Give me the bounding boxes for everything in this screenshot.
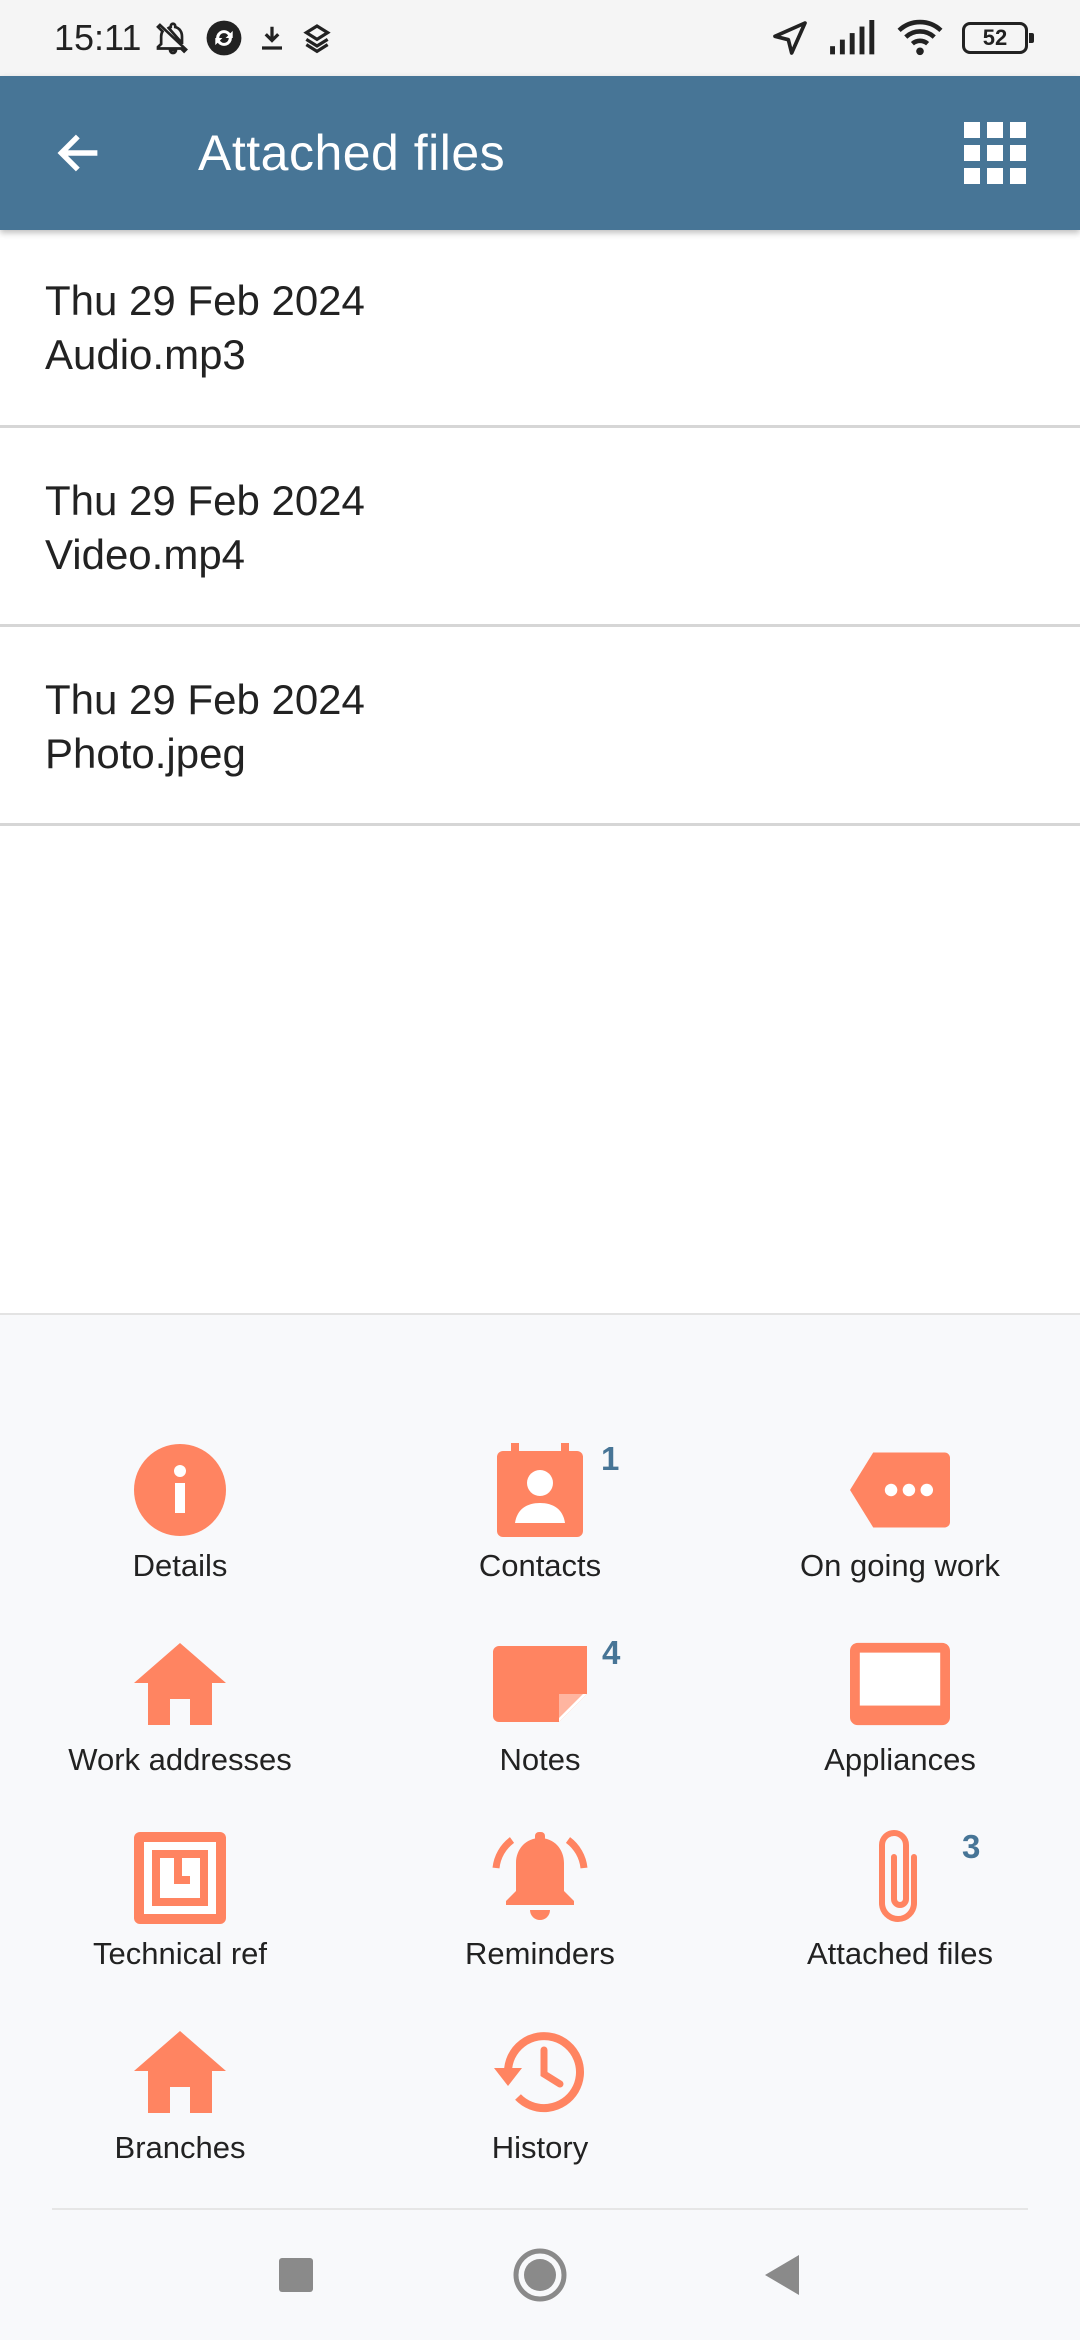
menu-item-work-addresses[interactable]: Work addresses (0, 1634, 360, 1828)
file-date: Thu 29 Feb 2024 (45, 277, 365, 324)
menu-item-label: Notes (499, 1742, 581, 1777)
bell-ringing-icon (490, 1828, 590, 1928)
technical-ref-icon (130, 1828, 230, 1928)
file-item[interactable]: Thu 29 Feb 2024 Photo.jpeg (0, 627, 1080, 826)
menu-item-attached-files[interactable]: 3 Attached files (720, 1828, 1080, 2022)
tag-icon (850, 1440, 950, 1540)
app-bar: Attached files (0, 76, 1080, 230)
dropbox-icon (301, 22, 333, 54)
menu-item-label: Attached files (806, 1936, 994, 1971)
menu-item-label: Appliances (824, 1742, 976, 1777)
home-icon (130, 2022, 230, 2122)
menu-item-history[interactable]: History (360, 2022, 720, 2216)
menu-item-label: On going work (800, 1548, 1000, 1583)
sync-icon (205, 19, 243, 57)
menu-item-label: Details (132, 1548, 228, 1583)
grid-icon (964, 122, 1026, 184)
file-date: Thu 29 Feb 2024 (45, 477, 365, 524)
back-triangle-icon (765, 2255, 799, 2295)
signal-icon (828, 20, 878, 56)
menu-item-label: Reminders (465, 1936, 615, 1971)
recents-square-icon (279, 2258, 313, 2292)
home-circle-icon (513, 2248, 567, 2302)
arrow-back-icon (57, 134, 98, 172)
menu-item-branches[interactable]: Branches (0, 2022, 360, 2216)
menu-item-details[interactable]: Details (0, 1440, 360, 1634)
wifi-icon (896, 19, 944, 57)
menu-item-contacts[interactable]: 1 Contacts (360, 1440, 720, 1634)
menu-item-notes[interactable]: 4 Notes (360, 1634, 720, 1828)
home-button[interactable] (500, 2235, 580, 2315)
status-bar: 15:11 52 (0, 0, 1080, 76)
paperclip-icon (850, 1828, 950, 1928)
section-menu-panel: Details 1 Contacts On going work Work ad… (0, 1313, 1080, 2211)
file-item[interactable]: Thu 29 Feb 2024 Audio.mp3 (0, 230, 1080, 428)
note-icon (490, 1634, 590, 1734)
home-icon (130, 1634, 230, 1734)
contacts-badge: 1 (601, 1440, 620, 1477)
grid-menu-button[interactable] (960, 118, 1030, 188)
menu-item-label: Branches (114, 2130, 246, 2165)
battery-level: 52 (982, 25, 1008, 50)
download-icon (257, 23, 287, 53)
file-date: Thu 29 Feb 2024 (45, 676, 365, 723)
menu-item-on-going-work[interactable]: On going work (720, 1440, 1080, 1634)
contact-card-icon (490, 1440, 590, 1540)
menu-item-appliances[interactable]: Appliances (720, 1634, 1080, 1828)
battery-icon: 52 (962, 22, 1034, 54)
attached-files-list: Thu 29 Feb 2024 Audio.mp3 Thu 29 Feb 202… (0, 230, 1080, 826)
system-nav-bar (0, 2210, 1080, 2340)
file-name: Photo.jpeg (45, 730, 246, 777)
menu-item-label: History (491, 2130, 589, 2165)
info-icon (130, 1440, 230, 1540)
menu-item-label: Technical ref (92, 1936, 268, 1971)
menu-item-technical-ref[interactable]: Technical ref (0, 1828, 360, 2022)
page-title: Attached files (198, 125, 506, 181)
notes-badge: 4 (602, 1634, 621, 1671)
bell-off-icon (155, 20, 191, 56)
file-name: Video.mp4 (45, 531, 246, 578)
status-time: 15:11 (54, 17, 142, 58)
file-item[interactable]: Thu 29 Feb 2024 Video.mp4 (0, 428, 1080, 627)
menu-item-label: Contacts (478, 1548, 602, 1583)
attached-files-badge: 3 (962, 1828, 981, 1865)
back-nav-button[interactable] (742, 2235, 822, 2315)
history-icon (490, 2022, 590, 2122)
location-arrow-icon (770, 18, 810, 58)
file-name: Audio.mp3 (45, 331, 246, 378)
back-button[interactable] (38, 113, 118, 193)
recents-button[interactable] (256, 2235, 336, 2315)
menu-item-reminders[interactable]: Reminders (360, 1828, 720, 2022)
menu-item-label: Work addresses (68, 1742, 292, 1777)
appliance-icon (850, 1634, 950, 1734)
